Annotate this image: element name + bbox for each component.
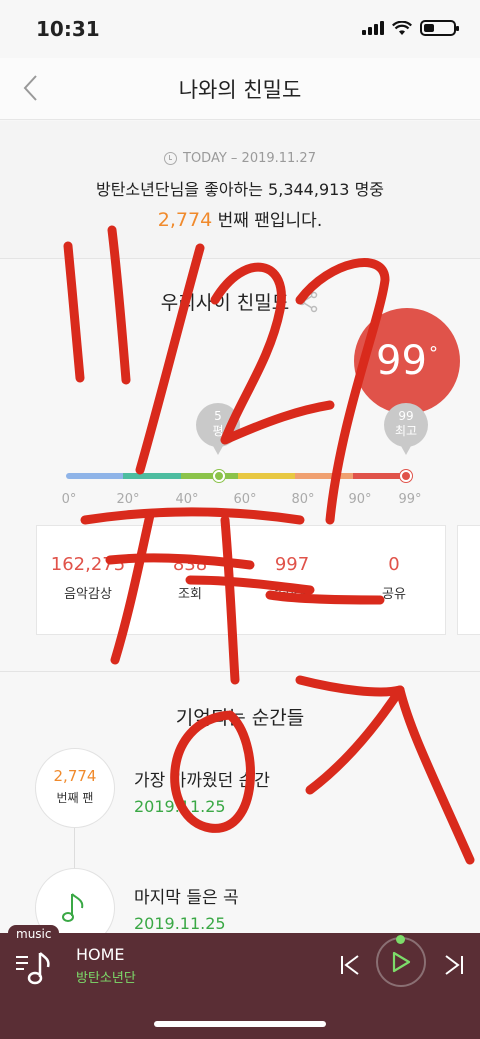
intimacy-title-text: 우리사이 친밀도 bbox=[160, 292, 290, 314]
moment-title: 가장 가까웠던 순간 bbox=[134, 771, 270, 791]
play-icon bbox=[392, 951, 411, 973]
degree-scale-bar bbox=[66, 473, 410, 479]
scale-segment bbox=[295, 473, 353, 479]
share-icon[interactable] bbox=[297, 291, 319, 313]
moments-title: 기억되는 순간들 bbox=[175, 707, 305, 729]
scale-label: 0° bbox=[61, 492, 77, 507]
stat-value: 997 bbox=[274, 554, 310, 575]
stat-label: 좋아요 bbox=[274, 587, 310, 602]
stat-label: 조회 bbox=[178, 587, 202, 602]
scale-label: 90° bbox=[348, 492, 372, 507]
scale-labels: 0° 20° 40° 60° 80° 90° 99° bbox=[0, 492, 480, 512]
fan-count-text: 방탄소년단님을 좋아하는 5,344,913 명중 bbox=[95, 180, 385, 199]
max-marker-value: 99 bbox=[398, 409, 414, 423]
progress-dot[interactable] bbox=[396, 935, 405, 944]
home-indicator bbox=[154, 1021, 326, 1027]
max-degree-marker: 99 최고 bbox=[384, 403, 428, 455]
max-marker-label: 최고 bbox=[394, 424, 418, 438]
my-marker-value: 5 bbox=[214, 409, 222, 423]
scale-segment bbox=[123, 473, 181, 479]
stat-shares: 0 공유 bbox=[343, 526, 445, 634]
scale-segment bbox=[66, 473, 124, 479]
page-title: 나와의 친밀도 bbox=[178, 78, 302, 102]
fan-rank-badge: 2,774 번째 팬 bbox=[35, 748, 115, 828]
music-note-icon bbox=[62, 893, 84, 922]
previous-button[interactable] bbox=[336, 951, 364, 979]
stat-label: 공유 bbox=[382, 587, 406, 602]
playlist-icon[interactable] bbox=[14, 947, 54, 987]
scale-label: 99° bbox=[398, 492, 422, 507]
scale-label: 20° bbox=[116, 492, 140, 507]
max-degree-dot bbox=[400, 470, 412, 482]
scale-segment bbox=[180, 473, 238, 479]
stat-value: 838 bbox=[172, 554, 208, 575]
next-stats-card[interactable] bbox=[457, 525, 480, 635]
next-button[interactable] bbox=[440, 951, 468, 979]
scale-label: 80° bbox=[291, 492, 315, 507]
stat-listening: 162,275 음악감상 bbox=[37, 526, 139, 634]
stat-views: 838 조회 bbox=[139, 526, 241, 634]
scale-label: 40° bbox=[175, 492, 199, 507]
fan-summary: TODAY – 2019.11.27 방탄소년단님을 좋아하는 5,344,91… bbox=[0, 121, 480, 259]
badge-label: 번째 팬 bbox=[56, 791, 94, 805]
scale-segment bbox=[237, 473, 296, 479]
moments-section: 기억되는 순간들 2,774 번째 팬 가장 가까웠던 순간 2019.11.2… bbox=[0, 673, 480, 948]
my-degree-dot bbox=[213, 470, 225, 482]
moment-item[interactable]: 가장 가까웠던 순간 2019.11.25 bbox=[134, 766, 270, 816]
my-degree-marker: 5 평 bbox=[196, 403, 240, 455]
fan-rank-line: 2,774 번째 팬입니다. bbox=[0, 206, 480, 231]
status-time: 10:31 bbox=[36, 17, 100, 41]
degree-unit: ° bbox=[428, 342, 438, 364]
today-date: TODAY – 2019.11.27 bbox=[183, 151, 316, 166]
moment-date: 2019.11.25 bbox=[134, 797, 226, 816]
stat-value: 0 bbox=[388, 554, 400, 575]
badge-number: 2,774 bbox=[53, 767, 97, 785]
moment-item[interactable]: 마지막 들은 곡 2019.11.25 bbox=[134, 883, 239, 933]
moment-title: 마지막 들은 곡 bbox=[134, 888, 239, 908]
moment-date: 2019.11.25 bbox=[134, 914, 226, 933]
status-bar: 10:31 bbox=[0, 0, 480, 58]
signal-icon bbox=[362, 21, 384, 35]
clock-icon bbox=[164, 152, 177, 165]
stats-card: 162,275 음악감상 838 조회 997 좋아요 0 공유 bbox=[36, 525, 446, 635]
stat-value: 162,275 bbox=[50, 554, 126, 575]
today-line: TODAY – 2019.11.27 bbox=[0, 151, 480, 166]
intimacy-section: 우리사이 친밀도 99 ° 5 평 99 최고 0° 20° 40° 60° 80… bbox=[0, 260, 480, 672]
stat-likes: 997 좋아요 bbox=[241, 526, 343, 634]
status-icons bbox=[362, 20, 459, 36]
battery-icon bbox=[420, 20, 459, 36]
degree-value: 99 bbox=[376, 338, 427, 384]
fan-rank: 2,774 bbox=[157, 209, 213, 231]
nav-bar: 나와의 친밀도 bbox=[0, 58, 480, 120]
song-title[interactable]: HOME bbox=[76, 945, 125, 964]
music-tab[interactable]: music bbox=[8, 925, 60, 943]
play-button[interactable] bbox=[376, 937, 426, 987]
scale-label: 60° bbox=[233, 492, 257, 507]
stat-label: 음악감상 bbox=[64, 587, 112, 602]
my-marker-label: 평 bbox=[212, 424, 224, 438]
wifi-icon bbox=[392, 20, 412, 35]
fan-rank-suffix: 번째 팬입니다. bbox=[212, 211, 323, 231]
degree-circle: 99 ° bbox=[354, 308, 460, 414]
song-artist[interactable]: 방탄소년단 bbox=[76, 967, 136, 986]
